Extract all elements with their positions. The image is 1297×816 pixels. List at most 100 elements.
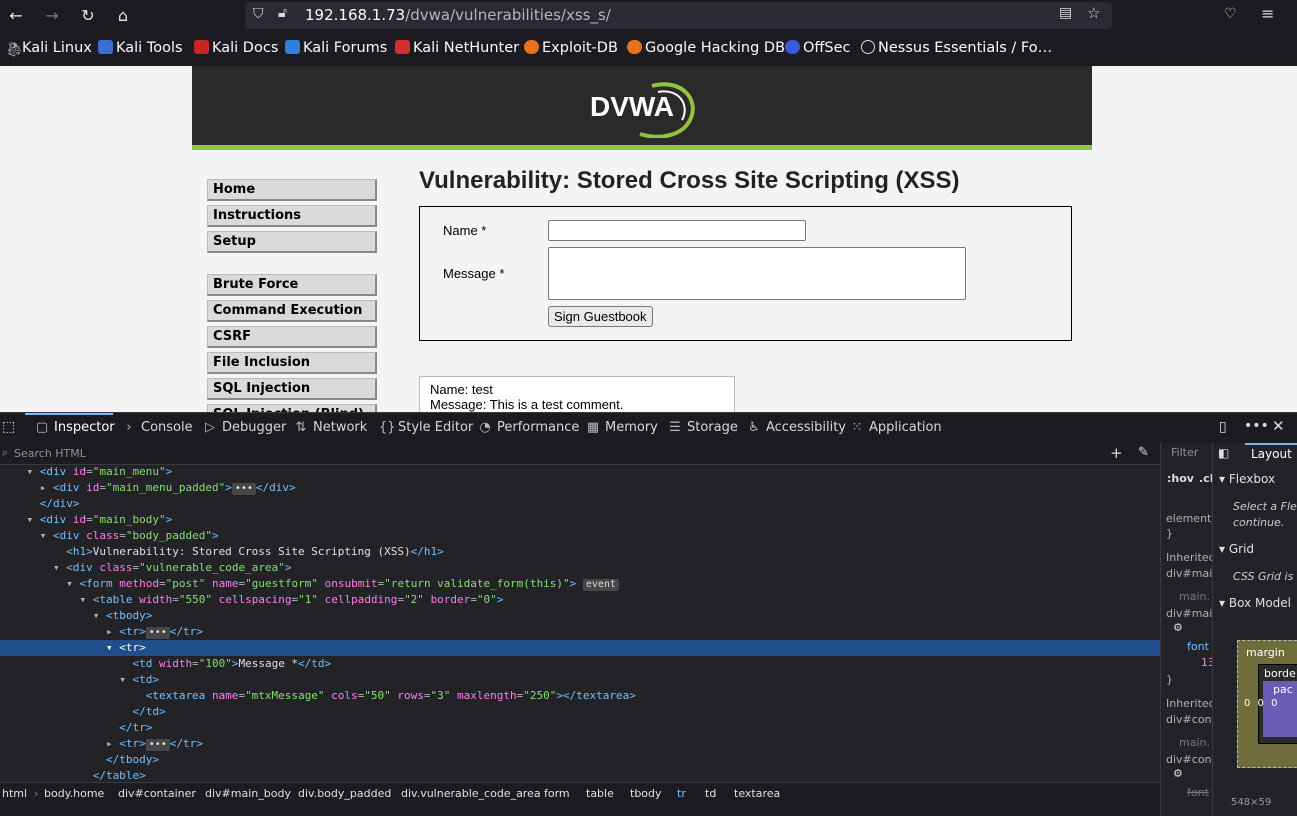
bookmark-nessus[interactable]: Nessus Essentials / Fo… (861, 40, 1052, 56)
menu-sql-injection-blind[interactable]: SQL Injection (Blind) (207, 404, 377, 412)
bookmark-star-icon[interactable]: ☆ (1087, 4, 1100, 22)
tab-storage[interactable]: ☰ Storage (668, 413, 738, 443)
eyedropper-icon[interactable]: ✎ (1138, 445, 1149, 460)
menu-file-inclusion[interactable]: File Inclusion (207, 352, 377, 374)
pocket-icon[interactable]: ♡ (1224, 6, 1237, 22)
tab-inspector[interactable]: ▢ Inspector (35, 413, 115, 443)
reload-icon[interactable]: ↻ (77, 5, 99, 27)
tree-node[interactable]: </div> (0, 496, 1160, 512)
sign-guestbook-button[interactable]: Sign Guestbook (548, 306, 653, 327)
more-options-icon[interactable]: ••• (1244, 418, 1269, 434)
tree-node[interactable]: <textarea name="mtxMessage" cols="50" ro… (0, 688, 1160, 704)
bookmark-kali-tools[interactable]: Kali Tools (98, 40, 183, 56)
tree-node[interactable]: <td width="100">Message *</td> (0, 656, 1160, 672)
box-model-padding[interactable]: pac (1263, 681, 1297, 737)
breadcrumb-item[interactable]: body.home (44, 787, 104, 800)
tree-node[interactable]: ▾ <div class="vulnerable_code_area"> (0, 560, 1160, 576)
breadcrumb-item[interactable]: div#container (118, 787, 196, 800)
breadcrumb-item[interactable]: table (586, 787, 614, 800)
url-bar[interactable]: ⛉ 🔓︎ 192.168.1.73/dvwa/vulnerabilities/x… (245, 2, 1112, 29)
tree-node[interactable]: ▾ <div id="main_menu"> (0, 465, 1160, 480)
tab-layout[interactable]: Layout (1251, 447, 1292, 461)
tree-node[interactable]: <h1>Vulnerability: Stored Cross Site Scr… (0, 544, 1160, 560)
tree-node-selected[interactable]: ▾ <tr> (0, 640, 1160, 656)
class-toggle[interactable]: .cls (1199, 472, 1212, 485)
tab-style-editor[interactable]: {} Style Editor (379, 413, 473, 443)
close-icon[interactable]: ✕ (1272, 417, 1285, 435)
reader-view-icon[interactable]: ▤ (1059, 5, 1072, 21)
tab-application[interactable]: ⁙ Application (850, 413, 942, 443)
bookmark-exploit-db[interactable]: Exploit-DB (524, 40, 618, 56)
gear-icon[interactable]: ⚙ (1173, 767, 1183, 780)
message-textarea[interactable] (548, 247, 966, 300)
insecure-lock-icon[interactable]: 🔓︎ (278, 5, 287, 21)
tab-performance[interactable]: ◔ Performance (478, 413, 579, 443)
tree-node[interactable]: </tr> (0, 720, 1160, 736)
breadcrumb-item[interactable]: div.vulnerable_code_area (401, 787, 541, 800)
menu-setup[interactable]: Setup (207, 231, 377, 253)
hover-toggle[interactable]: :hov (1167, 472, 1194, 485)
element-picker-icon[interactable]: ⬚ (2, 419, 15, 435)
menu-sql-injection[interactable]: SQL Injection (207, 378, 377, 400)
tab-debugger[interactable]: ▷ Debugger (203, 413, 286, 443)
breadcrumb-item[interactable]: textarea (734, 787, 780, 800)
bookmark-label: Kali Linux (22, 40, 92, 56)
tree-node[interactable]: </td> (0, 704, 1160, 720)
home-icon[interactable]: ⌂ (112, 5, 134, 27)
flexbox-section[interactable]: ▾ Flexbox (1213, 468, 1297, 490)
box-model-margin[interactable]: margin borde pac 0 0 0 (1237, 640, 1297, 768)
grid-section[interactable]: ▾ Grid (1213, 538, 1297, 560)
tree-node[interactable]: ▾ <div class="body_padded"> (0, 528, 1160, 544)
filter-styles-input[interactable]: Filter (1171, 446, 1198, 459)
tree-node[interactable]: </tbody> (0, 752, 1160, 768)
tree-node[interactable]: ▾ <td> (0, 672, 1160, 688)
bookmark-kali-nethunter[interactable]: Kali NetHunter (395, 40, 519, 56)
menu-brute-force[interactable]: Brute Force (207, 274, 377, 296)
tree-node[interactable]: ▸ <tr> ••• </tr> (0, 736, 1160, 752)
rule-property[interactable]: font (1187, 640, 1209, 653)
breadcrumb-item[interactable]: td (705, 787, 716, 800)
tab-network[interactable]: ⇅ Network (294, 413, 368, 443)
menu-icon[interactable]: ≡ (1261, 4, 1274, 23)
tree-node[interactable]: ▸ <div id="main_menu_padded"> ••• </div> (0, 480, 1160, 496)
name-input[interactable] (548, 220, 806, 241)
rule-value[interactable]: 13 (1201, 656, 1212, 669)
tree-node[interactable]: </table> (0, 768, 1160, 782)
responsive-design-icon[interactable]: ▯ (1219, 419, 1227, 435)
tree-node[interactable]: ▾ <table width="550" cellspacing="1" cel… (0, 592, 1160, 608)
bookmark-kali-linux[interactable]: 🐉︎Kali Linux (5, 40, 92, 58)
tab-memory[interactable]: ▦ Memory (586, 413, 658, 443)
tree-node[interactable]: ▸ <tr> ••• </tr> (0, 624, 1160, 640)
add-node-icon[interactable]: + (1110, 444, 1123, 462)
menu-csrf[interactable]: CSRF (207, 326, 377, 348)
bookmark-offsec[interactable]: OffSec (785, 40, 851, 56)
rule-property-overridden[interactable]: font (1187, 786, 1209, 799)
forward-icon[interactable]: → (41, 5, 63, 27)
bookmark-kali-docs[interactable]: Kali Docs (194, 40, 278, 56)
rule-source[interactable]: main. (1179, 736, 1210, 749)
breadcrumb-item-current[interactable]: tr (677, 787, 686, 800)
bookmark-google-hacking-db[interactable]: Google Hacking DB (627, 40, 785, 56)
tab-console[interactable]: › Console (122, 413, 192, 443)
url-text[interactable]: 192.168.1.73/dvwa/vulnerabilities/xss_s/ (305, 6, 611, 24)
gear-icon[interactable]: ⚙ (1173, 621, 1183, 634)
tree-node[interactable]: ▾ <div id="main_body"> (0, 512, 1160, 528)
tab-accessibility[interactable]: ♿︎ Accessibility (747, 413, 846, 443)
rule-source[interactable]: main. (1179, 590, 1210, 603)
box-model-section[interactable]: ▾ Box Model (1213, 592, 1297, 614)
breadcrumb-item[interactable]: html (2, 787, 27, 800)
breadcrumb-item[interactable]: tbody (630, 787, 662, 800)
menu-home[interactable]: Home (207, 179, 377, 201)
menu-command-execution[interactable]: Command Execution (207, 300, 377, 322)
search-html-input[interactable]: Search HTML (14, 447, 1094, 461)
breadcrumb-item[interactable]: div#main_body (205, 787, 291, 800)
tree-node[interactable]: ▾ <tbody> (0, 608, 1160, 624)
breadcrumb-item[interactable]: div.body_padded (298, 787, 391, 800)
sidebar-toggle-icon[interactable]: ◧ (1218, 446, 1229, 460)
breadcrumb-item[interactable]: form (544, 787, 570, 800)
back-icon[interactable]: ← (5, 5, 27, 27)
shield-icon[interactable]: ⛉ (253, 6, 264, 22)
menu-instructions[interactable]: Instructions (207, 205, 377, 227)
bookmark-kali-forums[interactable]: Kali Forums (285, 40, 387, 56)
tree-node[interactable]: ▾ <form method="post" name="guestform" o… (0, 576, 1160, 592)
